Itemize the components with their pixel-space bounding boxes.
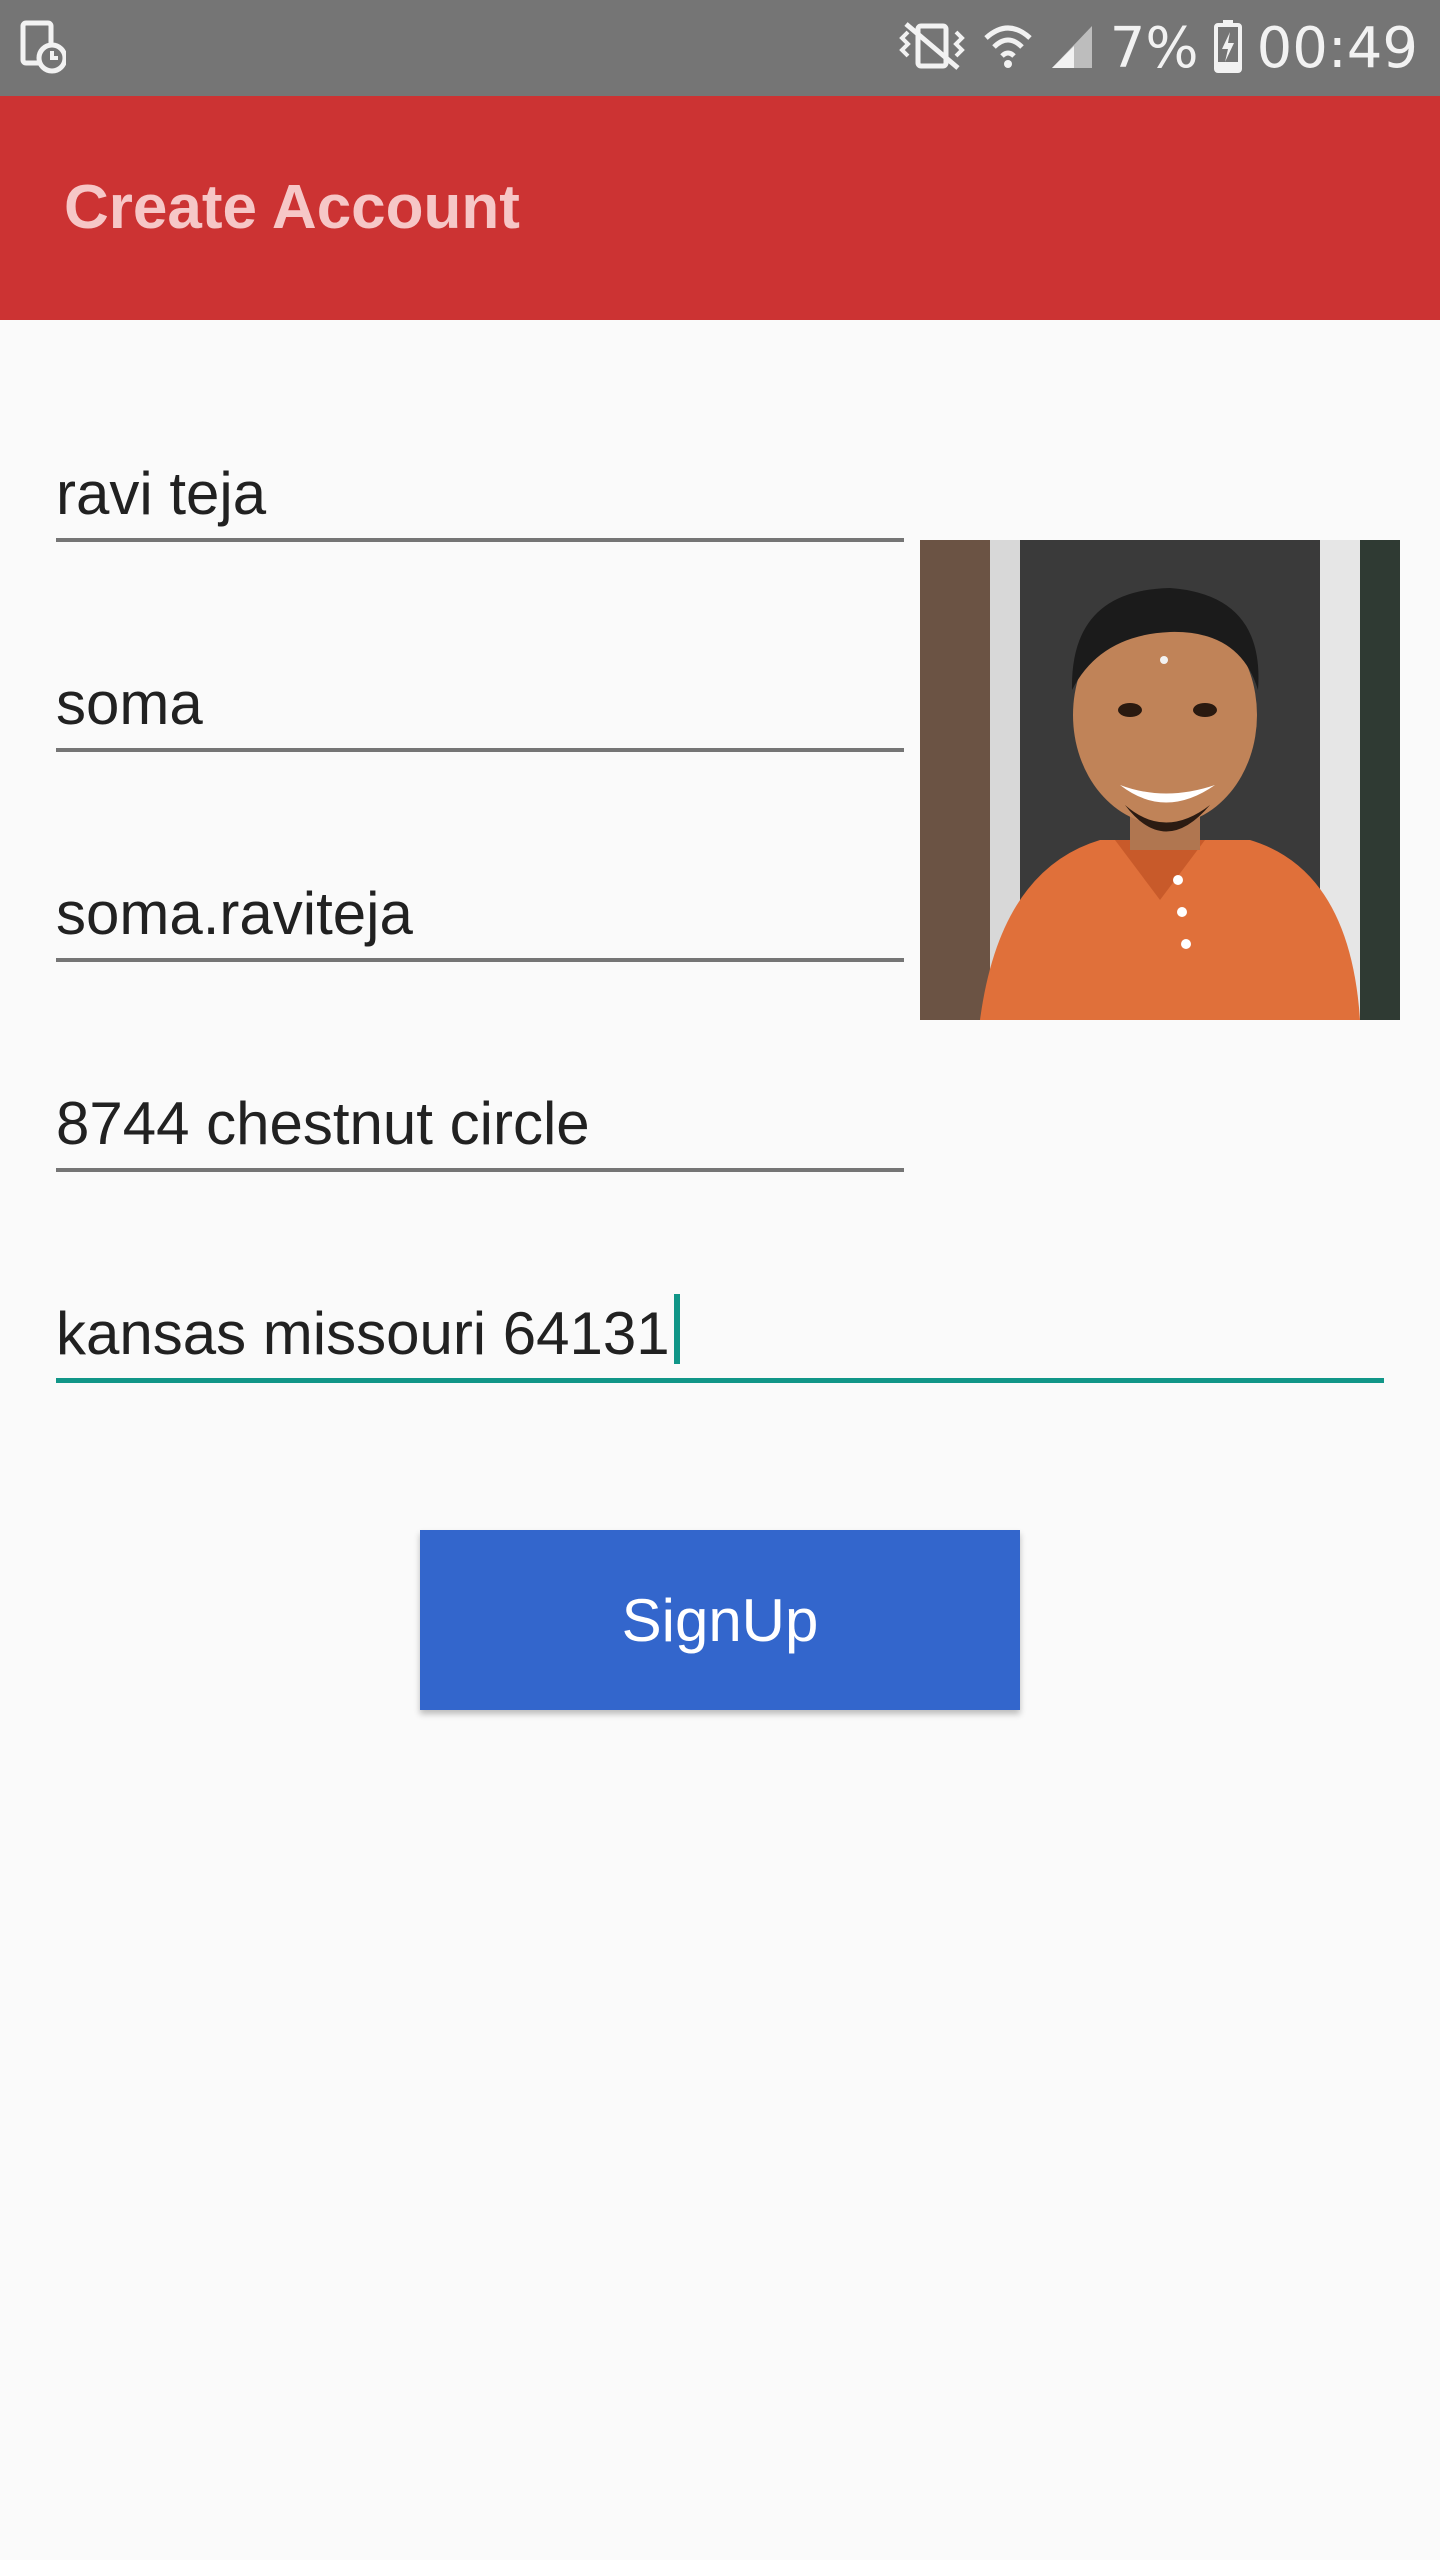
first-name-field[interactable]: ravi teja [56, 428, 904, 542]
text-cursor [673, 1294, 680, 1364]
last-name-value: soma [56, 670, 203, 737]
status-bar: 7% 00:49 [0, 0, 1440, 96]
username-field[interactable]: soma.raviteja [56, 848, 904, 962]
street-address-value: 8744 chestnut circle [56, 1090, 590, 1157]
wifi-icon [982, 20, 1034, 77]
signal-icon [1048, 20, 1096, 77]
last-name-field[interactable]: soma [56, 638, 904, 752]
city-state-zip-text: kansas missouri 64131 [56, 1300, 670, 1367]
page-title: Create Account [64, 173, 520, 242]
signup-button[interactable]: SignUp [420, 1530, 1020, 1710]
city-state-zip-field[interactable]: kansas missouri 64131 [56, 1268, 1384, 1383]
screenshot-icon [20, 20, 68, 74]
first-name-value: ravi teja [56, 460, 267, 527]
battery-percent: 7% [1109, 15, 1199, 81]
vibrate-icon [896, 20, 968, 77]
city-state-zip-value: kansas missouri 64131 [56, 1294, 680, 1368]
clock: 00:49 [1256, 15, 1418, 81]
street-address-field[interactable]: 8744 chestnut circle [56, 1058, 904, 1172]
battery-charging-icon [1213, 18, 1243, 79]
username-value: soma.raviteja [56, 880, 413, 947]
profile-photo[interactable] [920, 540, 1400, 1020]
app-bar: Create Account [0, 96, 1440, 320]
